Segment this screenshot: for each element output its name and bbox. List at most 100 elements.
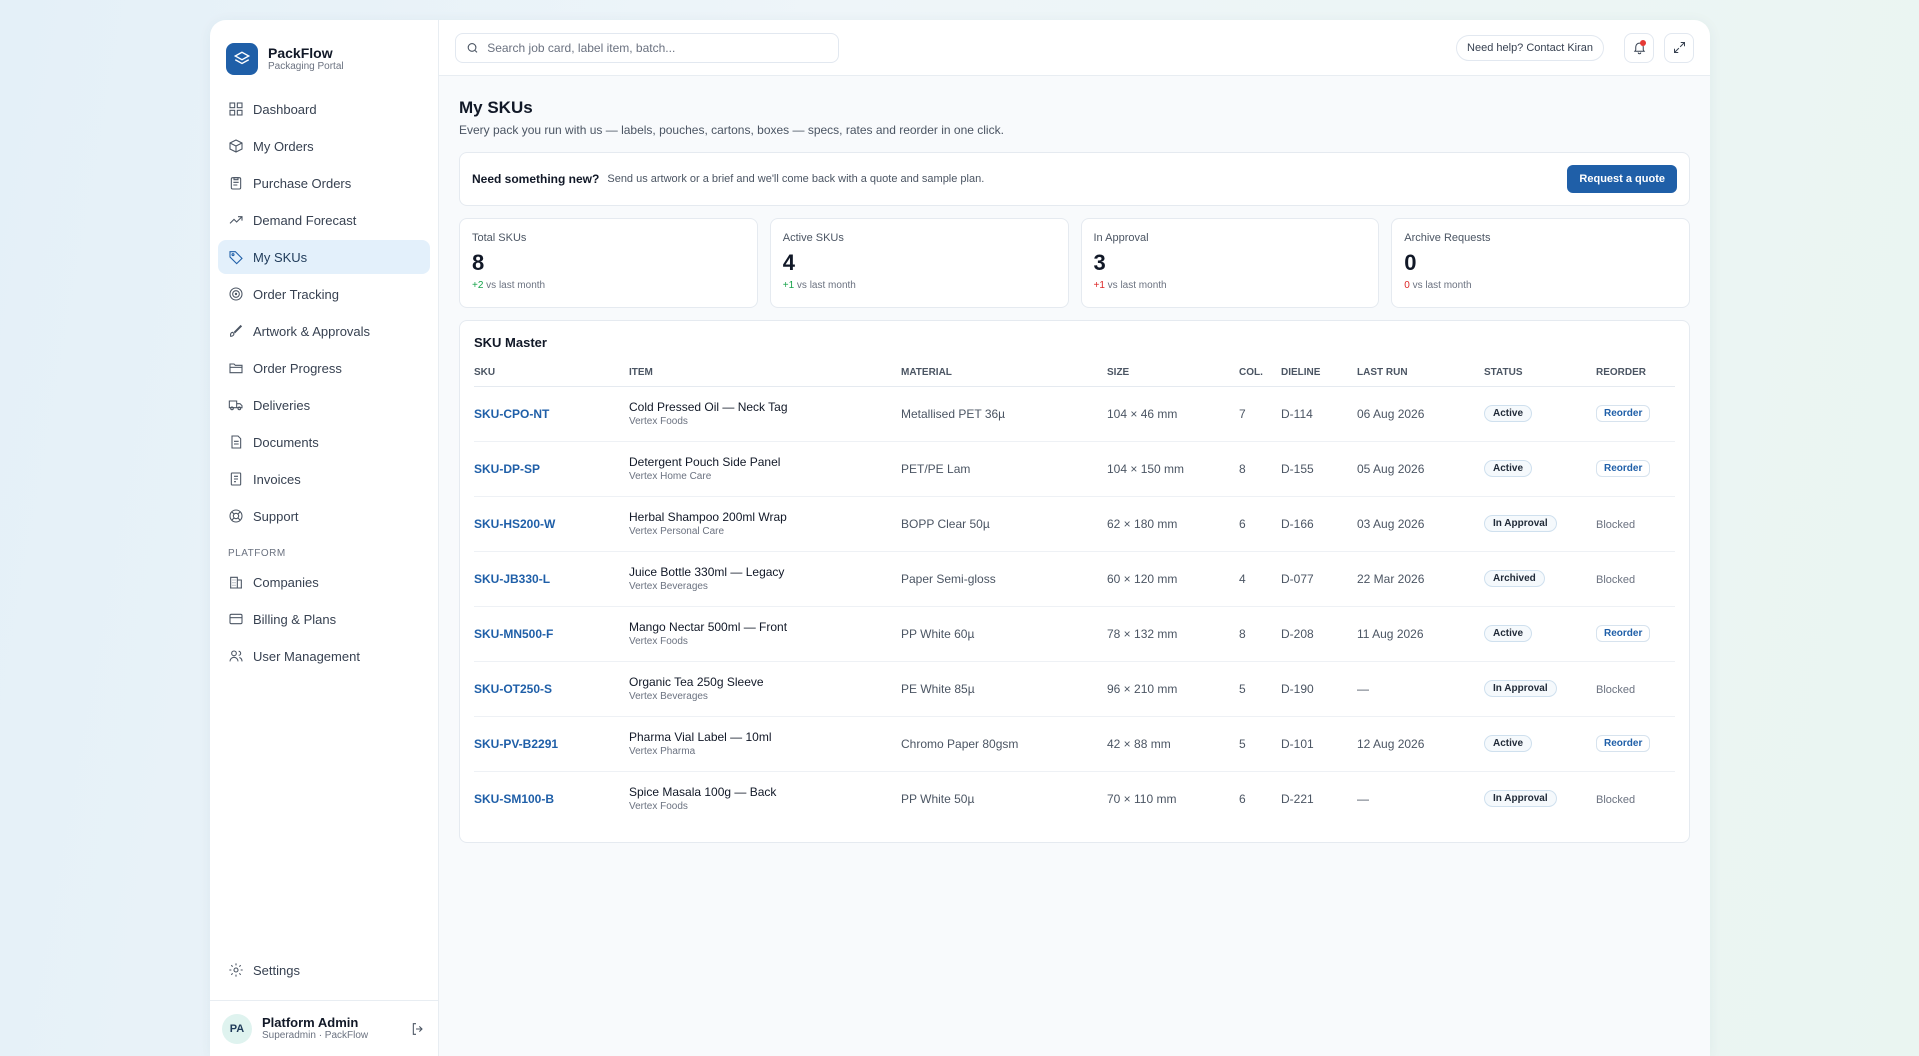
sidebar-item-deliveries[interactable]: Deliveries xyxy=(218,388,430,422)
sku-link[interactable]: SKU-SM100-B xyxy=(474,792,554,806)
brand[interactable]: PackFlow Packaging Portal xyxy=(210,20,438,82)
sku-link[interactable]: SKU-PV-B2291 xyxy=(474,737,558,751)
item-company: Vertex Beverages xyxy=(629,581,708,592)
search-box xyxy=(455,32,839,63)
lifebuoy-icon xyxy=(229,509,243,523)
stat-label: Archive Requests xyxy=(1404,232,1491,244)
sidebar-item-documents[interactable]: Documents xyxy=(218,425,430,459)
users-icon xyxy=(229,650,243,662)
item-name: Pharma Vial Label — 10ml xyxy=(629,730,772,744)
sidebar-item-user-management[interactable]: User Management xyxy=(218,639,430,673)
delta-text: vs last month xyxy=(483,280,546,291)
topbar-actions: Need help? Contact Kiran xyxy=(1456,32,1694,63)
sidebar-item-companies[interactable]: Companies xyxy=(218,565,430,599)
sidebar-item-my-skus[interactable]: My SKUs xyxy=(218,240,430,274)
fullscreen-button[interactable] xyxy=(1664,32,1694,63)
user-profile[interactable]: PA Platform Admin Superadmin · PackFlow xyxy=(210,1000,438,1056)
sidebar-nav: Dashboard My Orders Purchase Orders Demand … xyxy=(210,82,438,676)
status-badge: Active xyxy=(1484,460,1533,477)
stat-delta: +1 vs last month xyxy=(1094,280,1367,291)
notifications-button[interactable] xyxy=(1624,32,1654,63)
sidebar-item-label: Invoices xyxy=(253,471,301,487)
sidebar-item-artwork-approvals[interactable]: Artwork & Approvals xyxy=(218,314,430,348)
colors-cell: 8 xyxy=(1239,441,1281,497)
page-title: My SKUs xyxy=(459,98,533,117)
sidebar-item-label: Billing & Plans xyxy=(253,611,337,627)
logout-icon[interactable] xyxy=(410,1021,426,1037)
delta-value: +1 xyxy=(782,280,795,291)
last-run-cell: 05 Aug 2026 xyxy=(1357,441,1484,497)
reorder-button[interactable]: Reorder xyxy=(1596,735,1651,752)
column-header: SKU xyxy=(474,360,629,387)
dieline-cell: D-166 xyxy=(1281,496,1357,552)
table-row[interactable]: SKU-OT250-S Organic Tea 250g Sleeve Vertex… xyxy=(474,661,1675,717)
delta-text: vs last month xyxy=(794,280,856,291)
status-badge: In Approval xyxy=(1484,680,1557,697)
stat-label: Active SKUs xyxy=(782,232,844,244)
table-row[interactable]: SKU-DP-SP Detergent Pouch Side Panel Verte… xyxy=(474,441,1675,497)
material-cell: PP White 60µ xyxy=(901,606,1107,662)
table-row[interactable]: SKU-CPO-NT Cold Pressed Oil — Neck Tag Ver… xyxy=(474,386,1675,442)
sidebar-item-purchase-orders[interactable]: Purchase Orders xyxy=(218,166,430,200)
dieline-cell: D-208 xyxy=(1281,606,1357,662)
sku-table: SKU ITEM MATERIAL SIZE COL. DIELINE LAST RUN ST… xyxy=(474,360,1675,826)
column-header: REORDER xyxy=(1596,360,1675,387)
stat-card: In Approval 3 +1 vs last month xyxy=(1080,218,1380,308)
table-row[interactable]: SKU-PV-B2291 Pharma Vial Label — 10ml Vert… xyxy=(474,716,1675,772)
sku-link[interactable]: SKU-DP-SP xyxy=(474,462,540,476)
sidebar-item-label: Documents xyxy=(253,434,319,450)
column-header: ITEM xyxy=(629,360,901,387)
size-cell: 42 × 88 mm xyxy=(1107,716,1239,772)
sidebar-item-label: Settings xyxy=(253,962,300,978)
sidebar-item-demand-forecast[interactable]: Demand Forecast xyxy=(218,203,430,237)
table-row[interactable]: SKU-HS200-W Herbal Shampoo 200ml Wrap Vert… xyxy=(474,496,1675,552)
banner-title: Need something new? xyxy=(472,172,600,186)
sidebar-item-my-orders[interactable]: My Orders xyxy=(218,129,430,163)
reorder-button[interactable]: Reorder xyxy=(1596,405,1651,422)
status-badge: Active xyxy=(1484,405,1533,422)
help-button[interactable]: Need help? Contact Kiran xyxy=(1456,34,1604,61)
table-row[interactable]: SKU-SM100-B Spice Masala 100g — Back Verte… xyxy=(474,771,1675,826)
sku-link[interactable]: SKU-CPO-NT xyxy=(474,407,549,421)
sidebar-item-label: Artwork & Approvals xyxy=(253,323,371,339)
search-input[interactable] xyxy=(487,40,828,55)
reorder-button[interactable]: Reorder xyxy=(1596,460,1651,477)
trend-icon xyxy=(229,216,243,224)
stat-value: 8 xyxy=(472,250,485,275)
reorder-blocked: Blocked xyxy=(1596,573,1636,586)
item-name: Detergent Pouch Side Panel xyxy=(629,455,781,469)
table-row[interactable]: SKU-JB330-L Juice Bottle 330ml — Legacy Ve… xyxy=(474,551,1675,607)
colors-cell: 8 xyxy=(1239,606,1281,662)
stat-value: 4 xyxy=(782,250,795,275)
item-company: Vertex Pharma xyxy=(629,746,696,757)
sidebar-item-order-progress[interactable]: Order Progress xyxy=(218,351,430,385)
stat-card: Active SKUs 4 +1 vs last month xyxy=(769,218,1069,308)
request-quote-button[interactable]: Request a quote xyxy=(1567,165,1677,193)
sidebar-item-label: Order Progress xyxy=(253,360,342,376)
sidebar-item-dashboard[interactable]: Dashboard xyxy=(218,92,430,126)
column-header: LAST RUN xyxy=(1357,360,1484,387)
user-role: Superadmin · PackFlow xyxy=(262,1030,369,1041)
dieline-cell: D-190 xyxy=(1281,661,1357,717)
sidebar: PackFlow Packaging Portal Dashboard My Or… xyxy=(210,20,439,1056)
sidebar-item-invoices[interactable]: Invoices xyxy=(218,462,430,496)
sku-link[interactable]: SKU-HS200-W xyxy=(474,517,555,531)
table-title: SKU Master xyxy=(474,335,547,350)
dieline-cell: D-155 xyxy=(1281,441,1357,497)
colors-cell: 5 xyxy=(1239,661,1281,717)
sku-link[interactable]: SKU-OT250-S xyxy=(474,682,552,696)
size-cell: 62 × 180 mm xyxy=(1107,496,1239,552)
sku-link[interactable]: SKU-MN500-F xyxy=(474,627,553,641)
new-request-banner: Need something new? Send us artwork or a… xyxy=(459,152,1690,206)
stat-card: Total SKUs 8 +2 vs last month xyxy=(459,218,758,308)
sidebar-item-settings[interactable]: Settings xyxy=(218,953,430,987)
table-header: SKU ITEM MATERIAL SIZE COL. DIELINE LAST RUN ST… xyxy=(474,360,1675,387)
sidebar-item-support[interactable]: Support xyxy=(218,499,430,533)
sidebar-item-billing-plans[interactable]: Billing & Plans xyxy=(218,602,430,636)
sidebar-item-order-tracking[interactable]: Order Tracking xyxy=(218,277,430,311)
column-header: STATUS xyxy=(1484,360,1596,387)
table-row[interactable]: SKU-MN500-F Mango Nectar 500ml — Front Ver… xyxy=(474,606,1675,662)
sku-link[interactable]: SKU-JB330-L xyxy=(474,572,550,586)
reorder-button[interactable]: Reorder xyxy=(1596,625,1651,642)
sidebar-item-label: My SKUs xyxy=(253,249,308,265)
